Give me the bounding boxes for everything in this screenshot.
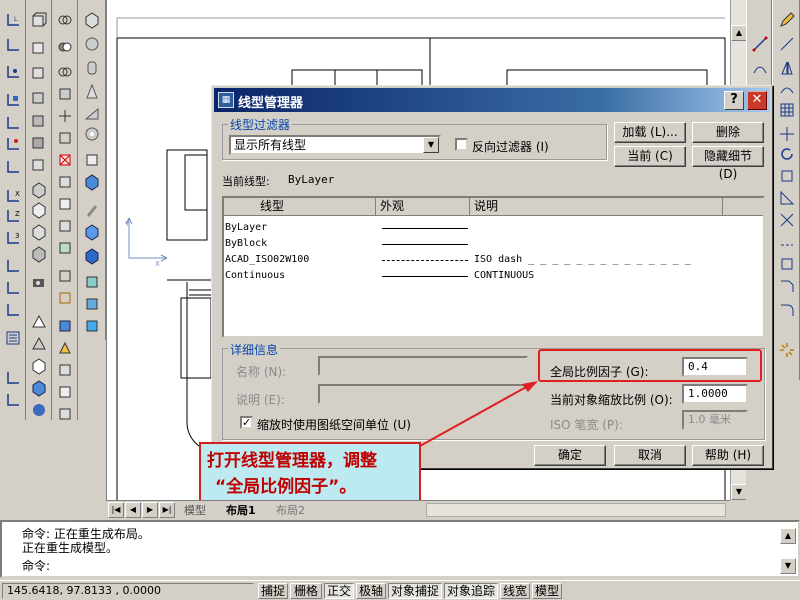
tab-first-icon[interactable]: |◀ — [108, 502, 124, 518]
tab-layout1[interactable]: 布局1 — [226, 502, 256, 518]
grid-toggle[interactable]: 栅格 — [290, 583, 322, 599]
osnap-toggle[interactable]: 对象捕捉 — [388, 583, 442, 599]
polar-toggle[interactable]: 极轴 — [356, 583, 386, 599]
command-prompt[interactable]: 命令: — [22, 560, 50, 573]
tab-next-icon[interactable]: ▶ — [142, 502, 158, 518]
command-history-1: 命令: 正在重生成布局。 — [22, 527, 150, 541]
tab-layout2[interactable]: 布局2 — [276, 502, 305, 518]
callout-line-1: 打开线型管理器，调整 — [207, 451, 377, 471]
cmd-scroll-up-icon[interactable]: ▲ — [780, 528, 796, 544]
tab-model[interactable]: 模型 — [184, 502, 206, 518]
model-toggle[interactable]: 模型 — [532, 583, 562, 599]
layout-tabs-bar: |◀ ◀ ▶ ▶| 模型 布局1 布局2 — [106, 500, 730, 518]
command-history-2: 正在重生成模型。 — [22, 541, 119, 555]
otrack-toggle[interactable]: 对象追踪 — [444, 583, 498, 599]
ortho-toggle[interactable]: 正交 — [324, 583, 354, 599]
tab-last-icon[interactable]: ▶| — [159, 502, 175, 518]
hscroll-track[interactable] — [426, 503, 726, 517]
lineweight-toggle[interactable]: 线宽 — [500, 583, 530, 599]
instruction-callout: 打开线型管理器，调整 “全局比例因子”。 — [199, 442, 421, 508]
coordinate-readout: 145.6418, 97.8133 , 0.0000 — [2, 583, 254, 599]
callout-line-2: “全局比例因子”。 — [215, 477, 357, 497]
cmd-scroll-down-icon[interactable]: ▼ — [780, 558, 796, 574]
snap-toggle[interactable]: 捕捉 — [258, 583, 288, 599]
tab-prev-icon[interactable]: ◀ — [125, 502, 141, 518]
status-bar: 145.6418, 97.8133 , 0.0000 捕捉 栅格 正交 极轴 对… — [0, 580, 800, 600]
command-window[interactable]: 命令: 正在重生成布局。 正在重生成模型。 命令: ▲ ▼ — [0, 520, 800, 578]
